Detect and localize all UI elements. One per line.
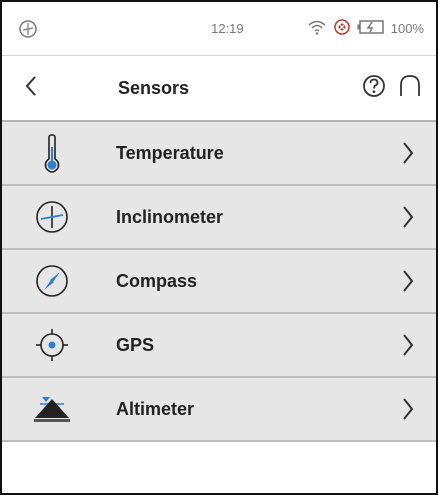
sensor-list: Temperature Inclinometer Compass GPS Alt… (2, 122, 436, 442)
header: Sensors (2, 56, 436, 122)
inclinometer-icon (2, 199, 102, 235)
list-item-temperature[interactable]: Temperature (2, 122, 436, 186)
device-frame: 12:19 100% Sensors Temperature Inclinome… (0, 0, 438, 495)
help-button[interactable] (362, 74, 386, 103)
home-icon (398, 74, 422, 102)
list-item-inclinometer[interactable]: Inclinometer (2, 186, 436, 250)
row-label: Altimeter (116, 398, 195, 419)
chevron-right-icon (380, 397, 436, 421)
chevron-right-icon (380, 141, 436, 165)
chevron-right-icon (380, 205, 436, 229)
back-button[interactable] (24, 75, 64, 102)
list-item-gps[interactable]: GPS (2, 314, 436, 378)
chevron-left-icon (24, 75, 38, 102)
row-label: Inclinometer (116, 206, 224, 227)
chevron-right-icon (380, 333, 436, 357)
row-label: GPS (116, 334, 155, 355)
wifi-icon (307, 19, 327, 38)
status-bar: 12:19 100% (2, 2, 436, 56)
status-indicators: 100% (307, 18, 424, 39)
inclinometer-status-icon (18, 19, 38, 39)
battery-charging-icon (357, 19, 385, 38)
thermometer-icon (2, 133, 102, 173)
list-item-altimeter[interactable]: Altimeter (2, 378, 436, 442)
altimeter-icon (2, 394, 102, 424)
chevron-right-icon (380, 269, 436, 293)
gps-icon (2, 327, 102, 363)
alarm-icon (333, 18, 351, 39)
status-time: 12:19 (211, 21, 244, 36)
row-label: Compass (116, 270, 198, 291)
help-icon (362, 74, 386, 102)
compass-icon (2, 263, 102, 299)
page-title: Sensors (118, 77, 190, 98)
home-button[interactable] (398, 74, 422, 103)
battery-percent: 100% (390, 21, 424, 36)
row-label: Temperature (116, 142, 224, 163)
header-actions (362, 74, 422, 103)
list-item-compass[interactable]: Compass (2, 250, 436, 314)
